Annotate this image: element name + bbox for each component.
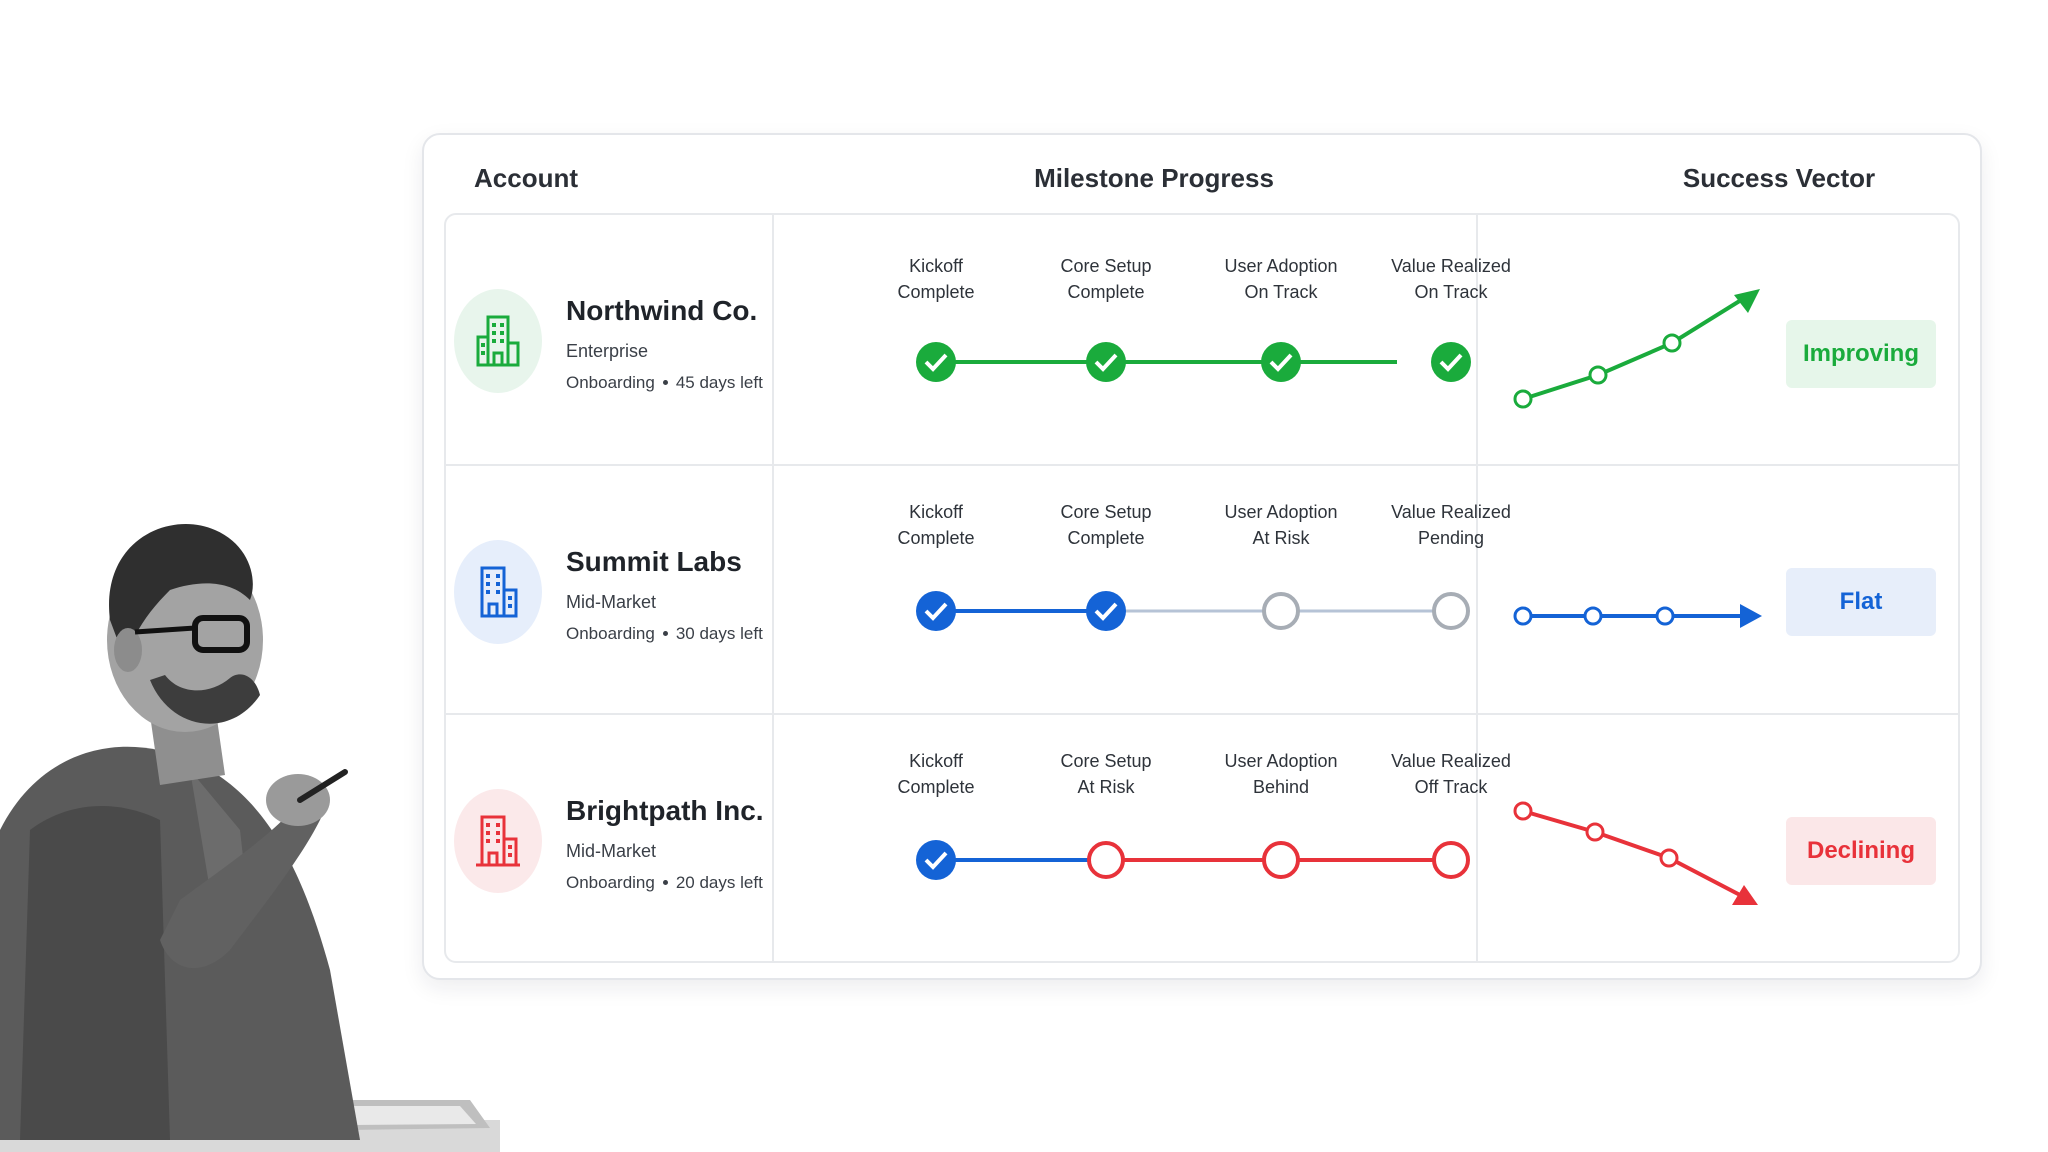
risk-circle-icon — [1262, 841, 1300, 879]
check-icon — [916, 591, 956, 631]
building-icon — [454, 540, 542, 644]
building-icon — [454, 289, 542, 393]
column-header-milestone-progress: Milestone Progress — [1034, 163, 1274, 193]
account-tier: Enterprise — [566, 341, 649, 361]
check-icon — [916, 342, 956, 382]
milestone-track — [916, 840, 1470, 880]
pending-circle-icon — [1262, 592, 1300, 630]
account-name[interactable]: Brightpath Inc. — [566, 795, 764, 827]
check-icon — [1086, 591, 1126, 631]
status-badge: Improving — [1786, 320, 1936, 388]
check-icon — [1261, 342, 1301, 382]
column-header-success-vector: Success Vector — [1682, 163, 1876, 193]
pending-circle-icon — [1432, 592, 1470, 630]
account-name[interactable]: Summit Labs — [566, 546, 742, 578]
milestone-track — [916, 591, 1470, 631]
account-stage: Onboarding 45 days left — [566, 373, 763, 392]
account-tier: Mid-Market — [566, 841, 657, 861]
check-icon — [1431, 342, 1471, 382]
separator-dot — [662, 879, 668, 885]
days-left: 20 days left — [675, 873, 763, 892]
accounts-table: Northwind Co. Enterprise Onboarding 45 da… — [444, 213, 1960, 963]
account-stage: Onboarding 20 days left — [566, 873, 763, 892]
days-left: 45 days left — [675, 373, 763, 392]
status-badge: Declining — [1786, 817, 1936, 885]
separator-dot — [662, 379, 668, 385]
building-icon — [454, 789, 542, 893]
separator-dot — [662, 630, 668, 636]
milestone-track — [916, 342, 1471, 382]
risk-circle-icon — [1087, 841, 1125, 879]
account-progress-card: Account Milestone Progress Success Vecto… — [422, 133, 1982, 980]
account-tier: Mid-Market — [566, 592, 657, 612]
trend-up-icon — [1513, 289, 1760, 409]
days-left: 30 days left — [675, 624, 763, 643]
table-row[interactable]: Summit Labs Mid-Market Onboarding 30 days… — [446, 464, 1958, 713]
account-stage: Onboarding 30 days left — [566, 624, 763, 643]
table-header: Account Milestone Progress Success Vecto… — [424, 135, 1980, 213]
trend-flat-icon — [1513, 604, 1762, 628]
table-row[interactable]: Northwind Co. Enterprise Onboarding 45 da… — [446, 215, 1958, 464]
risk-circle-icon — [1432, 841, 1470, 879]
column-header-account: Account — [474, 163, 578, 193]
trend-down-icon — [1513, 801, 1758, 905]
table-row[interactable]: Brightpath Inc. Mid-Market Onboarding 20 … — [446, 713, 1958, 961]
check-icon — [916, 840, 956, 880]
check-icon — [1086, 342, 1126, 382]
status-badge: Flat — [1786, 568, 1936, 636]
account-name[interactable]: Northwind Co. — [566, 295, 757, 327]
